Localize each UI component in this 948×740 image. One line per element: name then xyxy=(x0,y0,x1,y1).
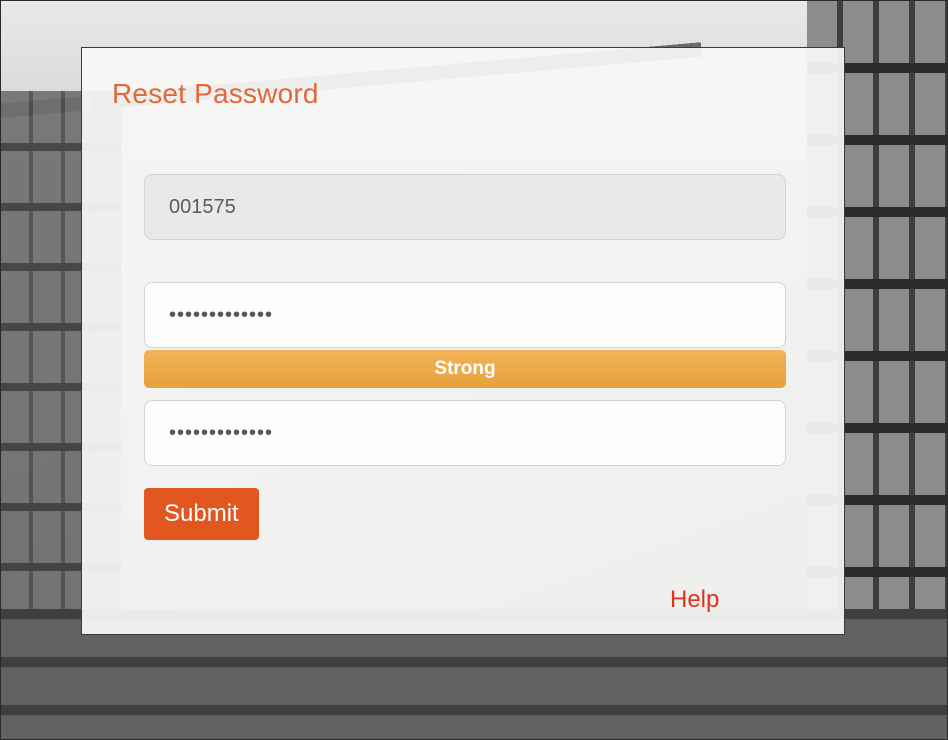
reset-password-card: Reset Password Strong Submit Help xyxy=(81,47,845,635)
help-link[interactable]: Help xyxy=(670,586,719,614)
new-password-field[interactable] xyxy=(144,282,786,348)
page-viewport: Reset Password Strong Submit Help xyxy=(0,0,948,740)
password-strength-meter: Strong xyxy=(144,350,786,388)
password-strength-label: Strong xyxy=(434,358,496,379)
page-title: Reset Password xyxy=(112,78,319,109)
submit-button[interactable]: Submit xyxy=(144,488,259,540)
user-id-field[interactable] xyxy=(144,174,786,240)
confirm-password-field[interactable] xyxy=(144,400,786,466)
